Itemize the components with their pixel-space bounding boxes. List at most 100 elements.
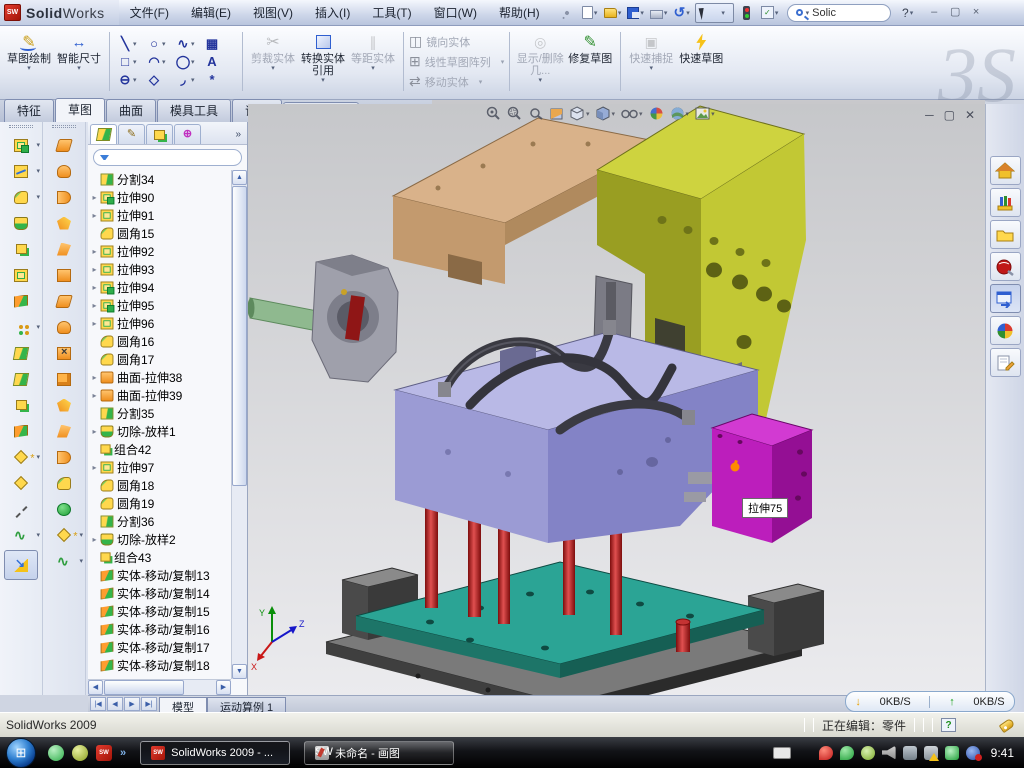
scroll-right-arrow[interactable]: ▶ xyxy=(216,680,231,695)
menu-item[interactable]: 文件(F) xyxy=(119,4,180,21)
menu-item[interactable]: 帮助(H) xyxy=(488,4,551,21)
rebuild-button[interactable] xyxy=(737,4,757,22)
repair-sketch-button[interactable]: ✎ 修复草图 xyxy=(565,28,615,95)
features-toolbar-button[interactable]: ▾ xyxy=(0,314,42,340)
feature-tree-item[interactable]: 圆角17 xyxy=(90,350,231,368)
ribbon-tab[interactable]: 曲面 xyxy=(106,99,156,122)
close-button[interactable]: × xyxy=(968,5,985,20)
sketch-entity-button[interactable]: ▦ xyxy=(204,36,231,52)
expand-arrow-icon[interactable]: ▸ xyxy=(90,391,99,400)
menu-item[interactable]: 编辑(E) xyxy=(180,4,242,21)
minimize-button[interactable]: – xyxy=(926,5,943,20)
zoom-previous-icon[interactable] xyxy=(528,106,543,121)
feature-tree-item[interactable]: ▸ 曲面-拉伸38 xyxy=(90,368,231,386)
view-orientation-icon[interactable]: ▾ xyxy=(570,106,590,121)
offset-entities-button[interactable]: ∥ 等距实体▾ xyxy=(348,28,398,95)
tags-icon[interactable] xyxy=(999,717,1016,732)
sketch-entity-button[interactable]: * xyxy=(204,72,231,88)
search-input[interactable]: ▾ Solic xyxy=(787,4,891,22)
sketch-entity-button[interactable]: ◠▾ xyxy=(146,54,173,70)
section-view-icon[interactable] xyxy=(549,106,564,121)
graphics-viewport[interactable]: Y Z X ▾ xyxy=(248,104,985,695)
view-palette-button[interactable] xyxy=(990,284,1021,313)
start-button[interactable]: ⊞ xyxy=(6,738,36,768)
restore-button[interactable]: ▢ xyxy=(947,5,964,20)
features-toolbar-button[interactable]: ▾ xyxy=(0,158,42,184)
expand-arrow-icon[interactable]: ▸ xyxy=(90,373,99,382)
sketch-entity-button[interactable]: ◞▾ xyxy=(175,72,202,88)
feature-tree-item[interactable]: ▸ 曲面-拉伸39 xyxy=(90,386,231,404)
tab-last-button[interactable]: ▶| xyxy=(141,697,157,711)
panel-tabs-overflow[interactable]: » xyxy=(235,129,245,144)
features-toolbar-button[interactable] xyxy=(0,340,42,366)
apply-scene-icon[interactable]: ▾ xyxy=(670,106,690,121)
quick-snaps-button[interactable]: ▣ 快速捕捉▾ xyxy=(626,28,676,95)
scroll-up-arrow[interactable]: ▲ xyxy=(232,170,247,185)
hide-show-items-icon[interactable]: ▾ xyxy=(621,106,643,121)
ribbon-tab[interactable]: 特征 xyxy=(4,99,54,122)
tray-icon[interactable] xyxy=(903,746,917,760)
surfaces-toolbar-button[interactable] xyxy=(43,236,85,262)
tray-icon[interactable] xyxy=(840,746,854,760)
help-button[interactable]: ? xyxy=(898,4,918,22)
surfaces-toolbar-button[interactable] xyxy=(43,132,85,158)
feature-tree-item[interactable]: ▸ 拉伸92 xyxy=(90,242,231,260)
expand-arrow-icon[interactable]: ▸ xyxy=(90,463,99,472)
options-button[interactable]: ✓ xyxy=(760,4,780,22)
zoom-area-icon[interactable] xyxy=(507,106,522,121)
display-delete-relations-button[interactable]: ◎ 显示/删除几...▾ xyxy=(515,28,565,95)
toolbar-grip[interactable] xyxy=(52,125,76,128)
keyboard-layout-icon[interactable] xyxy=(773,747,791,759)
surfaces-toolbar-button[interactable]: ▾ xyxy=(43,548,85,574)
surfaces-toolbar-button[interactable]: ▾ xyxy=(43,522,85,548)
tray-icon[interactable] xyxy=(945,746,959,760)
rapid-sketch-button[interactable]: 快速草图 xyxy=(676,28,726,95)
feature-tree-item[interactable]: 分割35 xyxy=(90,404,231,422)
features-toolbar-button[interactable] xyxy=(0,470,42,496)
sketch-entity-button[interactable]: ○▾ xyxy=(146,36,173,52)
print-button[interactable] xyxy=(649,4,669,22)
display-style-icon[interactable]: ▾ xyxy=(596,106,616,121)
linear-pattern-button[interactable]: ⊞线性草图阵列▾ xyxy=(409,53,504,70)
toolbar-grip[interactable] xyxy=(9,125,33,128)
feature-tree-item[interactable]: 组合43 xyxy=(90,548,231,566)
sketch-entity-button[interactable]: ◯▾ xyxy=(175,54,202,70)
quick-tips-icon[interactable]: ? xyxy=(941,718,956,732)
scroll-down-arrow[interactable]: ▼ xyxy=(232,664,247,679)
taskbar-task-button[interactable]: SW 未命名 - 画图 xyxy=(304,741,454,765)
features-toolbar-button[interactable] xyxy=(0,236,42,262)
features-toolbar-button[interactable]: ▾ xyxy=(0,184,42,210)
surfaces-toolbar-button[interactable] xyxy=(43,314,85,340)
feature-tree-item[interactable]: 实体-移动/复制13 xyxy=(90,566,231,584)
surfaces-toolbar-button[interactable] xyxy=(43,470,85,496)
doc-minimize-button[interactable]: ─ xyxy=(925,108,934,122)
feature-tree-item[interactable]: 圆角16 xyxy=(90,332,231,350)
custom-properties-button[interactable] xyxy=(990,348,1021,377)
feature-tree-item[interactable]: 圆角19 xyxy=(90,494,231,512)
taskbar-task-button[interactable]: SW SolidWorks 2009 - ... xyxy=(140,741,290,765)
tab-dimxpertmanager[interactable]: ⊕ xyxy=(174,124,201,144)
doc-restore-button[interactable]: ▢ xyxy=(944,108,955,122)
features-toolbar-button[interactable] xyxy=(0,392,42,418)
menu-item[interactable]: 视图(V) xyxy=(242,4,304,21)
feature-tree-item[interactable]: 组合42 xyxy=(90,440,231,458)
appearances-button[interactable] xyxy=(990,316,1021,345)
surfaces-toolbar-button[interactable] xyxy=(43,158,85,184)
feature-tree-item[interactable]: ▸ 拉伸96 xyxy=(90,314,231,332)
doc-close-button[interactable]: ✕ xyxy=(965,108,975,122)
mirror-entities-button[interactable]: ◫镜向实体 xyxy=(409,33,504,50)
expand-arrow-icon[interactable]: ▸ xyxy=(90,193,99,202)
tray-icon[interactable] xyxy=(924,746,938,760)
tray-icon[interactable] xyxy=(819,746,833,760)
surfaces-toolbar-button[interactable] xyxy=(43,340,85,366)
search-scope-caret[interactable]: ▾ xyxy=(806,9,810,17)
messenger-icon[interactable] xyxy=(48,745,64,761)
feature-tree-item[interactable]: 分割36 xyxy=(90,512,231,530)
tree-horizontal-scrollbar[interactable]: ◀ ▶ xyxy=(88,679,231,695)
feature-tree-item[interactable]: 实体-移动/复制16 xyxy=(90,620,231,638)
sketch-entity-button[interactable]: ⊖▾ xyxy=(117,72,144,88)
surfaces-toolbar-button[interactable] xyxy=(43,262,85,288)
tree-filter-input[interactable] xyxy=(93,149,242,166)
expand-arrow-icon[interactable]: ▸ xyxy=(90,319,99,328)
tray-icon[interactable] xyxy=(966,746,980,760)
